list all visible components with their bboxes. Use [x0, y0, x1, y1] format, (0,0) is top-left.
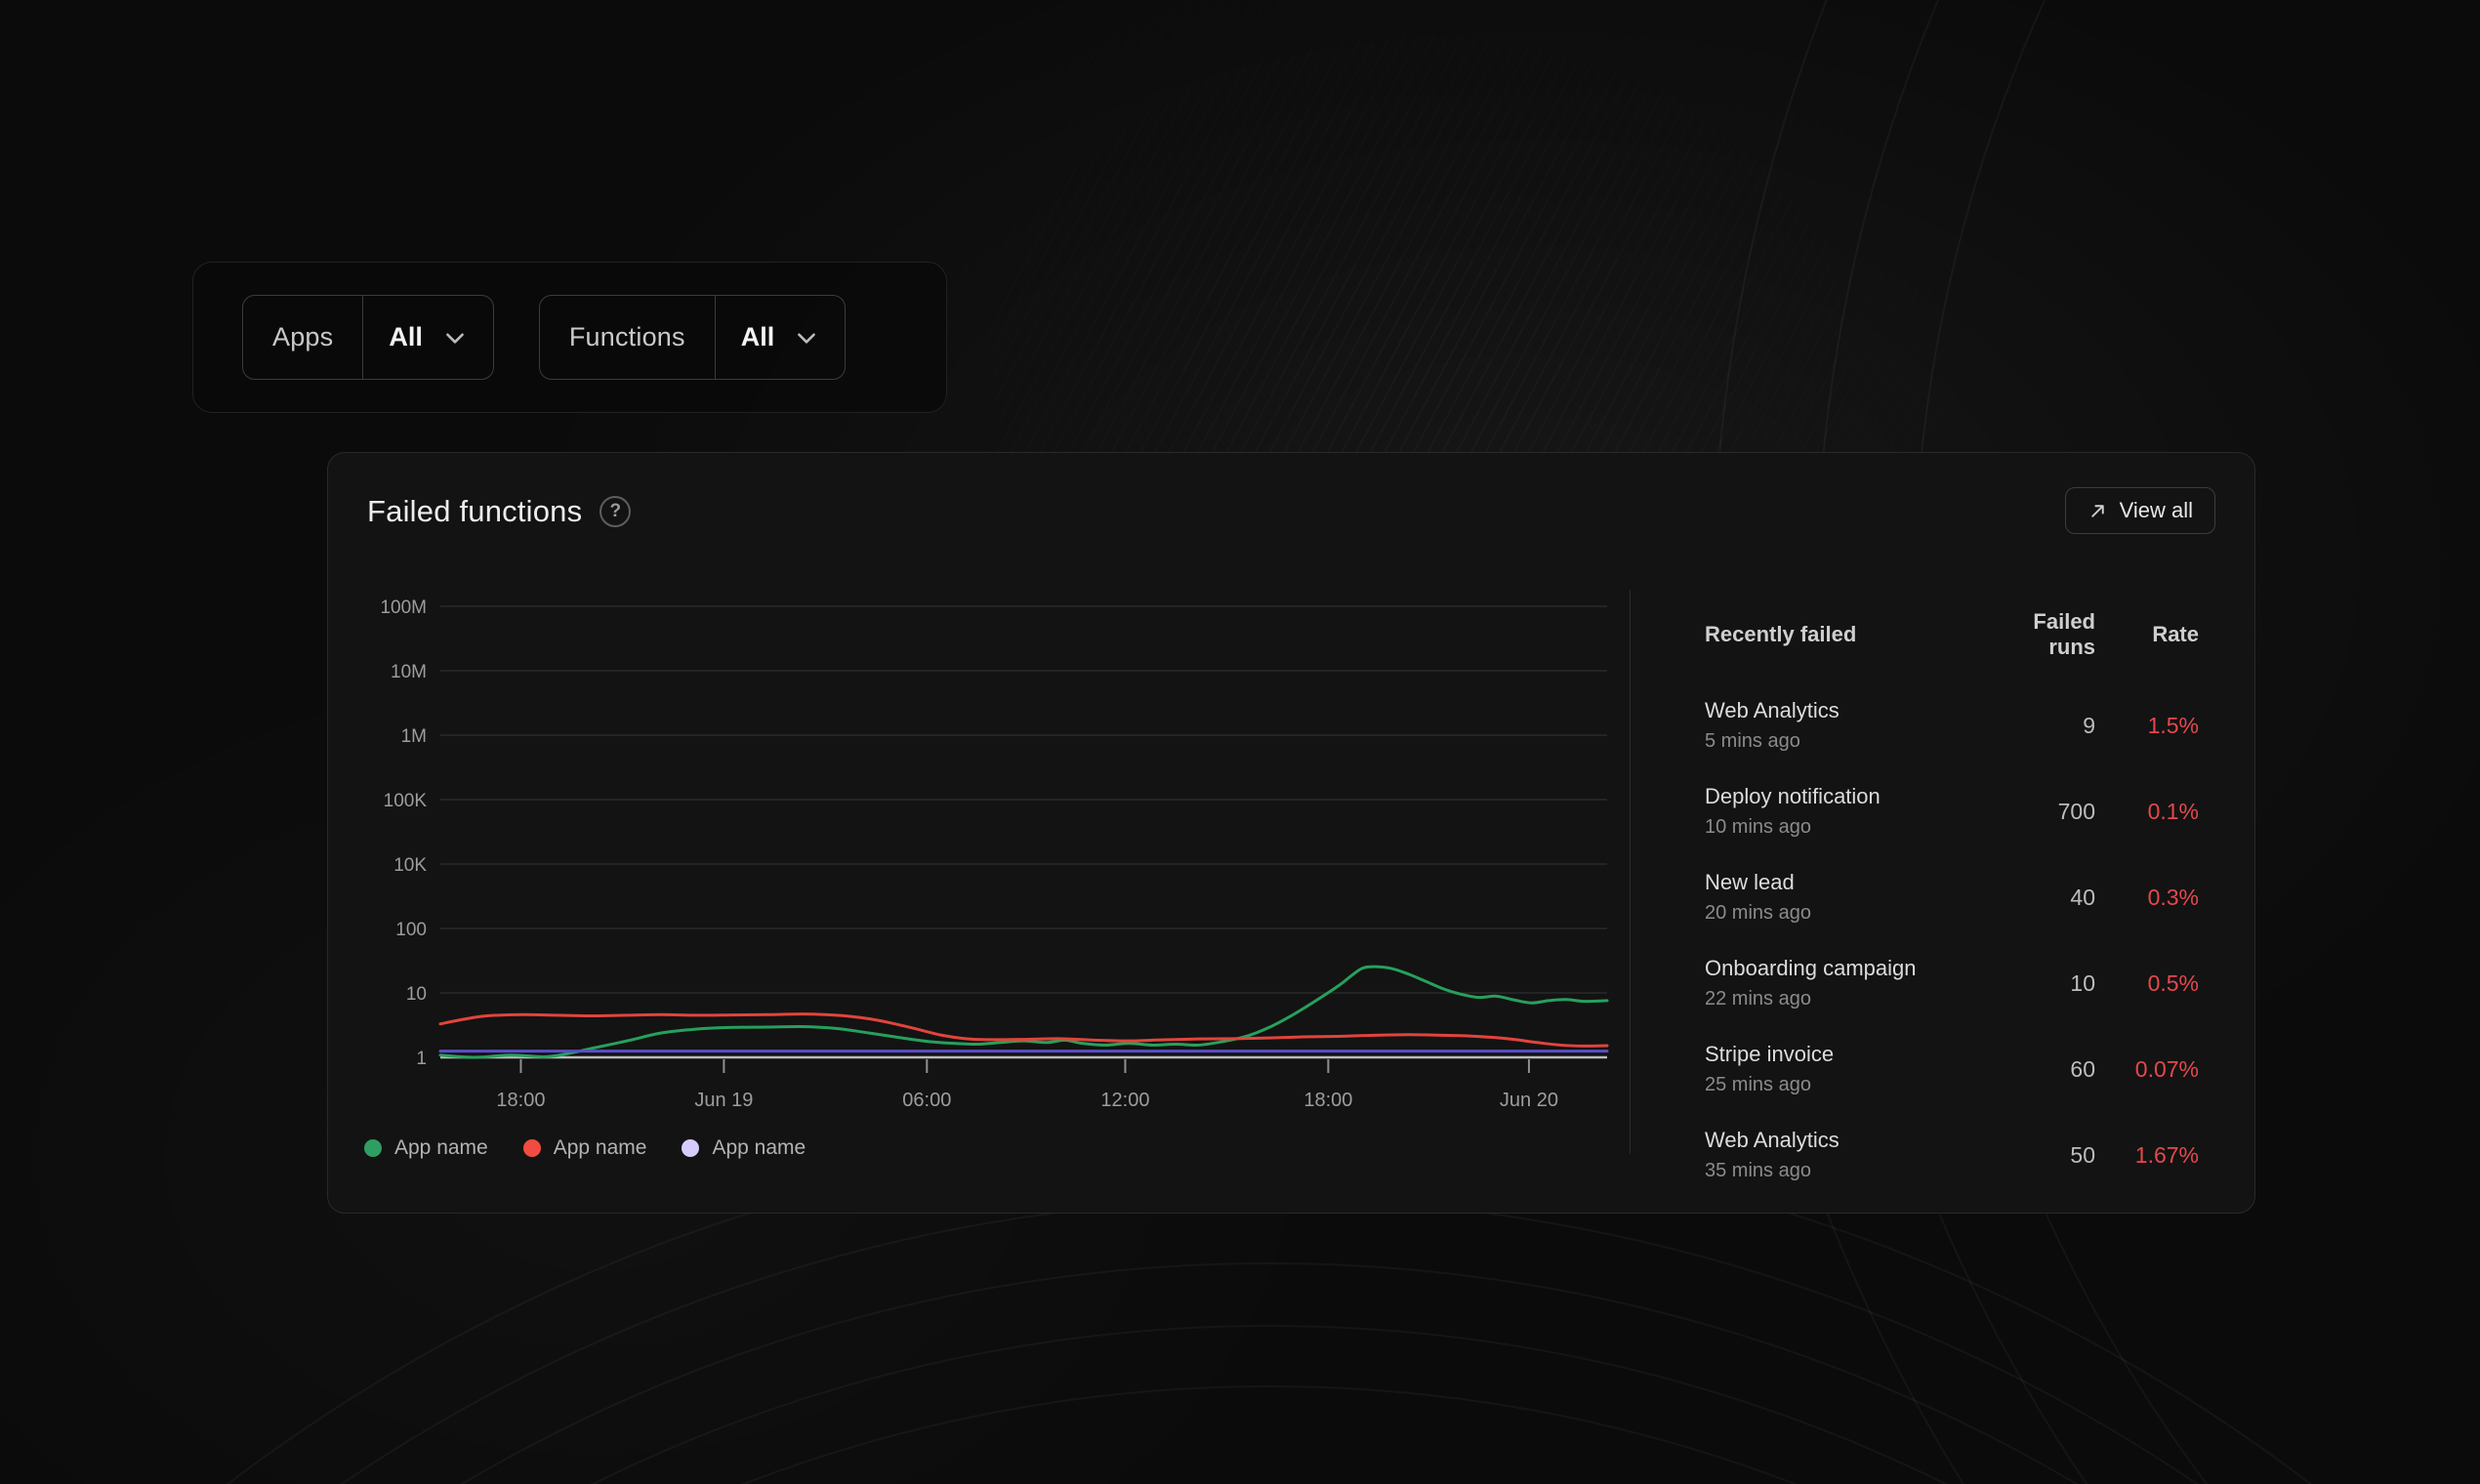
y-axis-label: 1: [416, 1049, 427, 1069]
help-icon[interactable]: ?: [599, 496, 631, 527]
function-name: Web Analytics: [1705, 700, 1983, 721]
legend-dot: [364, 1139, 382, 1157]
legend-dot: [523, 1139, 541, 1157]
chevron-down-icon: [442, 325, 468, 350]
y-axis-label: 100: [395, 920, 427, 940]
apps-filter-label: Apps: [243, 296, 362, 379]
series-line-0: [440, 967, 1607, 1057]
y-axis-label: 10: [406, 984, 427, 1005]
header-failed-runs: Failed runs: [1983, 609, 2095, 660]
legend-label: App name: [554, 1136, 647, 1160]
failed-time: 5 mins ago: [1705, 731, 1983, 751]
legend-item: App name: [523, 1136, 647, 1160]
function-name: Web Analytics: [1705, 1130, 1983, 1151]
functions-filter-dropdown[interactable]: Functions All: [539, 295, 846, 380]
view-all-label: View all: [2120, 498, 2193, 523]
card-title: Failed functions: [367, 494, 582, 529]
card-divider: [1630, 590, 1631, 1154]
functions-filter-value: All: [741, 322, 775, 352]
y-axis-label: 10K: [393, 855, 427, 876]
failure-rate-value: 0.3%: [2095, 885, 2199, 911]
failure-rate-value: 0.07%: [2095, 1056, 2199, 1083]
failed-time: 10 mins ago: [1705, 817, 1983, 837]
table-row[interactable]: Stripe invoice 25 mins ago 60 0.07%: [1705, 1026, 2199, 1112]
table-row[interactable]: Onboarding campaign 22 mins ago 10 0.5%: [1705, 940, 2199, 1026]
header-rate: Rate: [2095, 622, 2199, 647]
x-axis-label: 18:00: [1303, 1090, 1352, 1111]
x-axis-label: Jun 19: [694, 1090, 753, 1111]
legend-label: App name: [394, 1136, 488, 1160]
filter-bar: Apps All Functions All: [192, 262, 947, 413]
function-name: Deploy notification: [1705, 786, 1983, 807]
failure-rate-value: 1.5%: [2095, 713, 2199, 739]
failure-rate-value: 0.1%: [2095, 799, 2199, 825]
y-axis-label: 1M: [401, 726, 427, 747]
apps-filter-dropdown[interactable]: Apps All: [242, 295, 494, 380]
failed-functions-chart: 100M 10M 1M 100K 10K 100 10 1 18:00 Jun 19 06:00 12…: [328, 580, 1636, 1166]
chart-legend: App name App name App name: [364, 1136, 806, 1160]
failed-time: 25 mins ago: [1705, 1075, 1983, 1094]
y-axis-label: 10M: [391, 662, 427, 682]
failure-rate-value: 1.67%: [2095, 1142, 2199, 1169]
function-name: New lead: [1705, 872, 1983, 893]
recently-failed-table: Recently failed Failed runs Rate Web Ana…: [1705, 609, 2199, 1198]
functions-filter-label: Functions: [540, 296, 715, 379]
view-all-button[interactable]: View all: [2065, 487, 2215, 534]
y-axis-label: 100M: [380, 598, 427, 618]
arrow-up-right-icon: [2087, 501, 2108, 521]
failure-rate-value: 0.5%: [2095, 970, 2199, 997]
header-recently-failed: Recently failed: [1705, 622, 1983, 647]
y-axis-label: 100K: [384, 791, 428, 811]
failed-runs-value: 10: [1983, 970, 2095, 997]
failed-runs-value: 50: [1983, 1142, 2095, 1169]
x-axis-label: 18:00: [496, 1090, 545, 1111]
failed-runs-value: 60: [1983, 1056, 2095, 1083]
apps-filter-value: All: [389, 322, 423, 352]
x-axis-label: Jun 20: [1500, 1090, 1558, 1111]
table-row[interactable]: New lead 20 mins ago 40 0.3%: [1705, 854, 2199, 940]
table-row[interactable]: Web Analytics 35 mins ago 50 1.67%: [1705, 1112, 2199, 1198]
failed-functions-card: Failed functions ? View all 100M10M1M100…: [327, 452, 2255, 1214]
x-axis-label: 12:00: [1100, 1090, 1149, 1111]
failed-runs-value: 9: [1983, 713, 2095, 739]
function-name: Stripe invoice: [1705, 1044, 1983, 1065]
failed-runs-value: 700: [1983, 799, 2095, 825]
table-row[interactable]: Web Analytics 5 mins ago 9 1.5%: [1705, 682, 2199, 768]
x-axis-label: 06:00: [902, 1090, 951, 1111]
failed-time: 35 mins ago: [1705, 1161, 1983, 1180]
failed-runs-value: 40: [1983, 885, 2095, 911]
table-row[interactable]: Deploy notification 10 mins ago 700 0.1%: [1705, 768, 2199, 854]
table-header-row: Recently failed Failed runs Rate: [1705, 609, 2199, 660]
legend-item: App name: [682, 1136, 806, 1160]
legend-dot: [682, 1139, 699, 1157]
function-name: Onboarding campaign: [1705, 958, 1983, 979]
legend-item: App name: [364, 1136, 488, 1160]
failed-time: 20 mins ago: [1705, 903, 1983, 923]
failed-time: 22 mins ago: [1705, 989, 1983, 1009]
legend-label: App name: [712, 1136, 806, 1160]
chevron-down-icon: [794, 325, 819, 350]
